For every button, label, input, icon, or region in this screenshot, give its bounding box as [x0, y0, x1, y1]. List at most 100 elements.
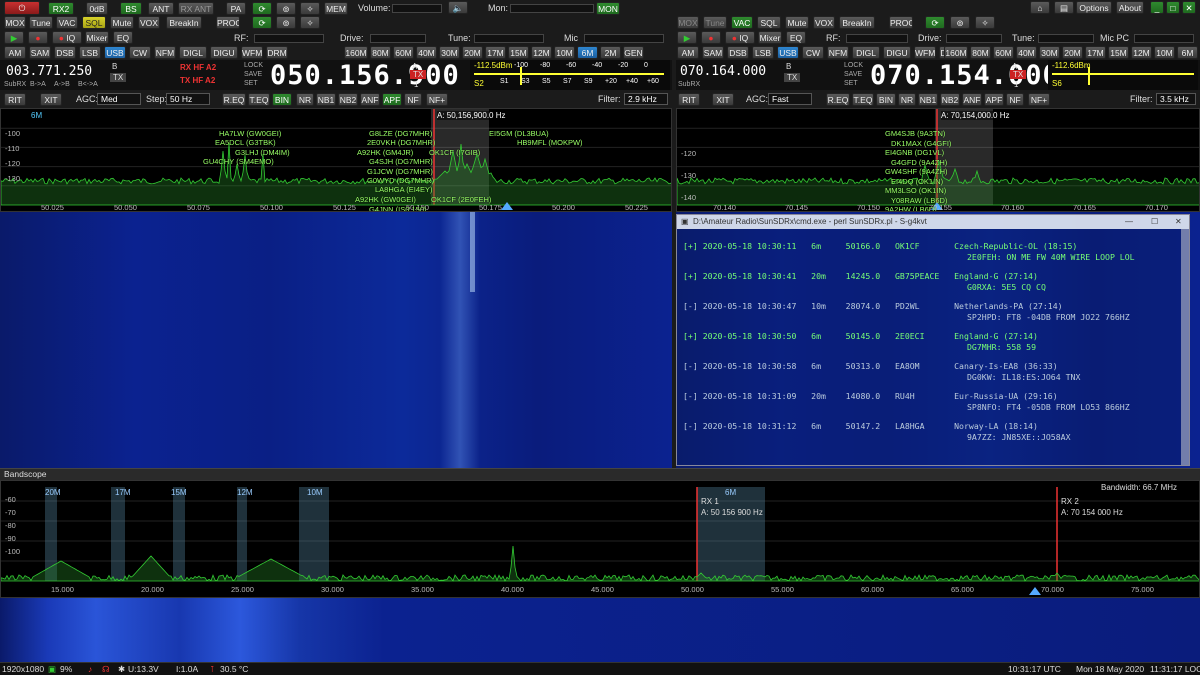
rx2-bin-button[interactable]: BIN: [876, 93, 896, 106]
spot-label[interactable]: OK1CF (2E0FEH): [431, 195, 491, 204]
sql-button[interactable]: SQL: [82, 16, 106, 29]
rx1-a2b[interactable]: A->B: [54, 81, 70, 88]
spot-label[interactable]: MM3LSO (OK1IN): [885, 186, 946, 195]
rx2-bulb-button[interactable]: ✧: [975, 16, 995, 29]
rx1-mode-usb[interactable]: USB: [104, 46, 126, 59]
rx2-band-160m[interactable]: 160M: [944, 46, 968, 59]
rx1-mode-wfm[interactable]: WFM: [241, 46, 263, 59]
spot-label[interactable]: EI4DQ (OK1IN): [891, 177, 943, 186]
spot-label[interactable]: G4SJH (DG7MHR): [369, 157, 433, 166]
rx2-panadapter[interactable]: A: 70,154,000.0 Hz -120 -130 -140 70.140 70…: [676, 108, 1200, 212]
rx1-sub-freq[interactable]: 003.771.250: [6, 64, 92, 79]
print-button[interactable]: ▤: [1054, 1, 1074, 14]
rx1-mode-nfm[interactable]: NFM: [154, 46, 176, 59]
ant-button[interactable]: ANT: [148, 2, 174, 15]
rx2-tx-b[interactable]: TX: [784, 73, 801, 82]
rx2-mixer-button[interactable]: Mixer: [758, 31, 782, 44]
rx1-lock[interactable]: LOCK: [244, 62, 263, 69]
rx2-vox-button[interactable]: VOX: [813, 16, 835, 29]
rx2-apf-button[interactable]: APF: [984, 93, 1004, 106]
rx1-save[interactable]: SAVE: [244, 71, 262, 78]
home-button[interactable]: ⌂: [1030, 1, 1050, 14]
bandscope-waterfall[interactable]: [0, 598, 1200, 662]
rf-slider[interactable]: [254, 34, 324, 43]
idea-button[interactable]: ✧: [300, 2, 320, 15]
rx2-band-17m[interactable]: 17M: [1085, 46, 1106, 59]
rx2-band-15m[interactable]: 15M: [1108, 46, 1129, 59]
rx2-tape-button[interactable]: ⊚: [950, 16, 970, 29]
rx2-iq-button[interactable]: ● IQ: [725, 31, 755, 44]
rx1-band-40m[interactable]: 40M: [416, 46, 437, 59]
spot-label[interactable]: DK1MAX (G4GFI): [891, 139, 951, 148]
rx2-band-10m[interactable]: 10M: [1154, 46, 1175, 59]
rx2-mode-sam[interactable]: SAM: [702, 46, 724, 59]
bs-button[interactable]: BS: [120, 2, 142, 15]
rx1-nr-button[interactable]: NR: [296, 93, 314, 106]
rx2-nb2-button[interactable]: NB2: [940, 93, 960, 106]
spot-label[interactable]: 2E0VKH (DG7MHR): [367, 138, 435, 147]
spot-label[interactable]: GM4SJB (9A3TN): [885, 129, 945, 138]
spot-label[interactable]: LA8HGA (EI4EY): [375, 185, 433, 194]
rx2-nb1-button[interactable]: NB1: [918, 93, 938, 106]
rx2-agc-select[interactable]: Fast: [768, 93, 812, 105]
rx2-tx-badge[interactable]: TX: [1010, 70, 1027, 79]
rx1-req-button[interactable]: R.EQ: [222, 93, 246, 106]
tune-button[interactable]: Tune: [29, 16, 53, 29]
rx2-main-freq[interactable]: 070.154.000: [870, 60, 1060, 91]
rx2-band-30m[interactable]: 30M: [1039, 46, 1060, 59]
spot-label[interactable]: GU4CHY (SM4EMO): [203, 157, 274, 166]
rx1-mode-dsb[interactable]: DSB: [54, 46, 76, 59]
rx1-mode-digu[interactable]: DIGU: [210, 46, 238, 59]
rec-button[interactable]: ⟳: [252, 2, 272, 15]
rx2-anf-button[interactable]: ANF: [962, 93, 982, 106]
spot-label[interactable]: EI5GM (DL3BUA): [489, 129, 549, 138]
rx1-mode-digl[interactable]: DIGL: [179, 46, 207, 59]
rx1-txhf[interactable]: TX HF A2: [180, 76, 215, 85]
rx2-tune-button[interactable]: Tune: [703, 16, 727, 29]
rx-ant-button[interactable]: RX ANT: [178, 2, 214, 15]
spot-label[interactable]: G0WYD (DG7MHR): [367, 176, 434, 185]
rx2-sql-button[interactable]: SQL: [757, 16, 781, 29]
drive-slider[interactable]: [370, 34, 426, 43]
rx1-band-80m[interactable]: 80M: [370, 46, 391, 59]
rx2-band-12m[interactable]: 12M: [1131, 46, 1152, 59]
vox-button[interactable]: VOX: [138, 16, 160, 29]
rx2-vac-button[interactable]: VAC: [731, 16, 753, 29]
rx2-mode-lsb[interactable]: LSB: [752, 46, 774, 59]
mon-button[interactable]: MON: [596, 2, 620, 15]
rx1-mode-am[interactable]: AM: [4, 46, 26, 59]
bandscope-panel[interactable]: Bandwidth: 66.7 MHz RX 1 A: 50 156 900 H…: [0, 480, 1200, 598]
speaker-button[interactable]: 🔈: [448, 1, 468, 14]
spot-label[interactable]: A92HK (GM4JR): [357, 148, 413, 157]
spot-label[interactable]: HA7LW (GW0GEI): [219, 129, 281, 138]
mox-button[interactable]: MOX: [4, 16, 26, 29]
mem-button[interactable]: MEM: [324, 2, 348, 15]
rx1-band-12m[interactable]: 12M: [531, 46, 552, 59]
console-minimize-icon[interactable]: —: [1125, 215, 1133, 229]
console-window[interactable]: D:\Amateur Radio\SunSDRx\cmd.exe - perl …: [676, 214, 1190, 466]
rx2-band-40m[interactable]: 40M: [1016, 46, 1037, 59]
rx1-teq-button[interactable]: T.EQ: [248, 93, 270, 106]
rx2-sub-freq[interactable]: 070.164.000: [680, 64, 766, 79]
mixer-button[interactable]: Mixer: [85, 31, 109, 44]
record-button[interactable]: ●: [28, 31, 48, 44]
spot-label[interactable]: G8LZE (DG7MHR): [369, 129, 432, 138]
spot-label[interactable]: GW4SHF (9A4ZH): [885, 167, 948, 176]
rx2-rit-button[interactable]: RIT: [678, 93, 700, 106]
rx1-tx-b[interactable]: TX: [110, 73, 127, 82]
rx2-mode-digu[interactable]: DIGU: [883, 46, 911, 59]
rx2-mode-nfm[interactable]: NFM: [827, 46, 849, 59]
rx1-apf-button[interactable]: APF: [382, 93, 402, 106]
rx1-mode-drm[interactable]: DRM: [266, 46, 288, 59]
rx2-rec-button[interactable]: ⟳: [925, 16, 945, 29]
rx1-nfplus-button[interactable]: NF+: [426, 93, 448, 106]
rx2-band-60m[interactable]: 60M: [993, 46, 1014, 59]
rx1-nf-button[interactable]: NF: [404, 93, 422, 106]
minimize-button[interactable]: _: [1150, 1, 1164, 14]
rx2-mox-button[interactable]: MOX: [677, 16, 699, 29]
rx1-panadapter[interactable]: 6M A: 50,156,900.0 Hz -100 -110 -120 -130 5…: [0, 108, 672, 212]
rx2-mode-digl[interactable]: DIGL: [852, 46, 880, 59]
rx2-mode-usb[interactable]: USB: [777, 46, 799, 59]
rx1-anf-button[interactable]: ANF: [360, 93, 380, 106]
rx1-band-20m[interactable]: 20M: [462, 46, 483, 59]
